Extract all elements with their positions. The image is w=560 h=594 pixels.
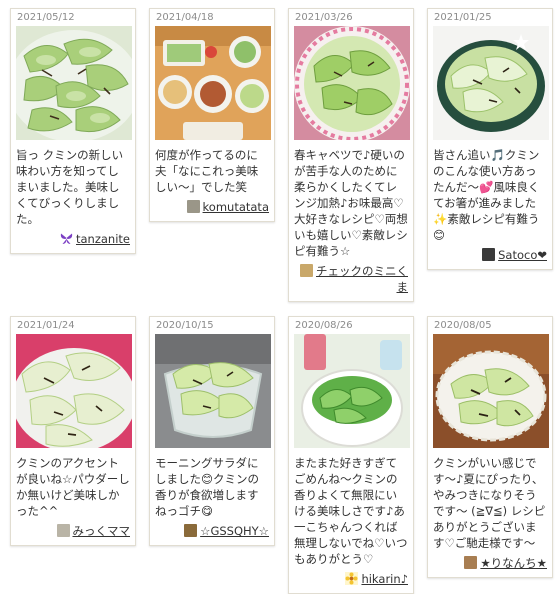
report-date: 2020/10/15 bbox=[156, 320, 214, 331]
report-date: 2021/01/25 bbox=[434, 12, 492, 23]
report-photo[interactable] bbox=[433, 26, 549, 140]
report-author: みっくママ bbox=[16, 523, 130, 539]
report-comment: 旨っ クミンの新しい味わい方を知ってしまいました。美味しくてびっくりしました。 bbox=[16, 148, 124, 226]
author-link[interactable]: ☆GSSQHY☆ bbox=[200, 524, 269, 538]
author-link[interactable]: みっくママ bbox=[73, 524, 131, 538]
butterfly-icon bbox=[60, 232, 73, 245]
report-date: 2021/05/12 bbox=[17, 12, 75, 23]
recipe-report-card[interactable]: 2021/01/24 クミンのアクセントが良いね☆パウダーしか無いけど美味しかっ… bbox=[10, 316, 136, 546]
recipe-report-card[interactable]: 2020/10/15 モーニングサラダにしました😊クミンの香りが食欲増しますねっ… bbox=[149, 316, 275, 546]
recipe-report-card[interactable]: 2020/08/05 クミンがいい感じです〜♪夏にぴったり、やみつきになりそうで… bbox=[427, 316, 553, 578]
report-comment: クミンのアクセントが良いね☆パウダーしか無いけど美味しかった^^ bbox=[16, 456, 130, 518]
report-photo[interactable] bbox=[294, 26, 410, 140]
user-photo-icon bbox=[482, 248, 496, 261]
report-date: 2021/01/24 bbox=[17, 320, 75, 331]
report-comment: またまた好きすぎてごめんね～クミンの香りよくて無限にいける美味しさです♪あ一こち… bbox=[294, 456, 408, 566]
user-photo-icon bbox=[464, 556, 478, 569]
user-photo-icon bbox=[186, 200, 200, 213]
report-photo[interactable] bbox=[16, 26, 132, 140]
recipe-report-card[interactable]: 2021/05/12 旨っ クミンの新しい味わい方を知ってしまいました。美味しく… bbox=[10, 8, 136, 254]
report-author: komutatata bbox=[155, 199, 269, 215]
recipe-report-card[interactable]: 2021/01/25 皆さん追い🎵クミンのこんな使い方あったんだ～💕風味良くてお… bbox=[427, 8, 553, 270]
report-author: Satoco❤ bbox=[433, 247, 547, 263]
report-comment: モーニングサラダにしました😊クミンの香りが食欲増しますねっゴチ😋 bbox=[155, 456, 259, 518]
report-date: 2021/03/26 bbox=[295, 12, 353, 23]
report-comment: 何度が作ってるのに夫「なにこれっ美味しい〜」でした笑 bbox=[155, 148, 259, 194]
author-link[interactable]: Satoco❤ bbox=[498, 248, 547, 262]
report-photo[interactable] bbox=[16, 334, 132, 448]
report-author: ★りなんち★ bbox=[433, 555, 547, 571]
author-link[interactable]: tanzanite bbox=[76, 232, 130, 246]
report-photo[interactable] bbox=[294, 334, 410, 448]
report-author: ☆GSSQHY☆ bbox=[155, 523, 269, 539]
report-date: 2020/08/26 bbox=[295, 320, 353, 331]
report-date: 2020/08/05 bbox=[434, 320, 492, 331]
report-comment: クミンがいい感じです〜♪夏にぴったり、やみつきになりそうです〜 (≧∇≦) レシ… bbox=[433, 456, 546, 550]
flower-icon bbox=[345, 572, 359, 585]
recipe-report-card[interactable]: 2021/03/26 春キャベツで♪硬いのが苦手な人のために柔らかくしたくてレン… bbox=[288, 8, 414, 302]
report-author: チェックのミニくま bbox=[294, 263, 408, 295]
author-link[interactable]: チェックのミニくま bbox=[316, 264, 408, 294]
report-date: 2021/04/18 bbox=[156, 12, 214, 23]
user-photo-icon bbox=[184, 524, 198, 537]
report-photo[interactable] bbox=[155, 334, 271, 448]
author-link[interactable]: hikarin♪ bbox=[361, 572, 408, 586]
recipe-report-card[interactable]: 2020/08/26 またまた好きすぎてごめんね～クミンの香りよくて無限にいける… bbox=[288, 316, 414, 594]
report-author: hikarin♪ bbox=[294, 571, 408, 587]
user-photo-icon bbox=[56, 524, 70, 537]
report-comment: 皆さん追い🎵クミンのこんな使い方あったんだ～💕風味良くてお箸が進みました✨素敵レ… bbox=[433, 148, 540, 242]
recipe-report-card[interactable]: 2021/04/18 何度が作ってるのに夫「なにこれっ美味しい〜」でした笑 ko… bbox=[149, 8, 275, 222]
report-photo[interactable] bbox=[155, 26, 271, 140]
author-link[interactable]: komutatata bbox=[203, 200, 269, 214]
user-photo-icon bbox=[300, 264, 313, 277]
report-comment: 春キャベツで♪硬いのが苦手な人のために柔らかくしたくてレンジ加熱♪お味最高♡大好… bbox=[294, 148, 408, 258]
report-author: tanzanite bbox=[16, 231, 130, 247]
author-link[interactable]: ★りなんち★ bbox=[480, 556, 547, 570]
report-photo[interactable] bbox=[433, 334, 549, 448]
